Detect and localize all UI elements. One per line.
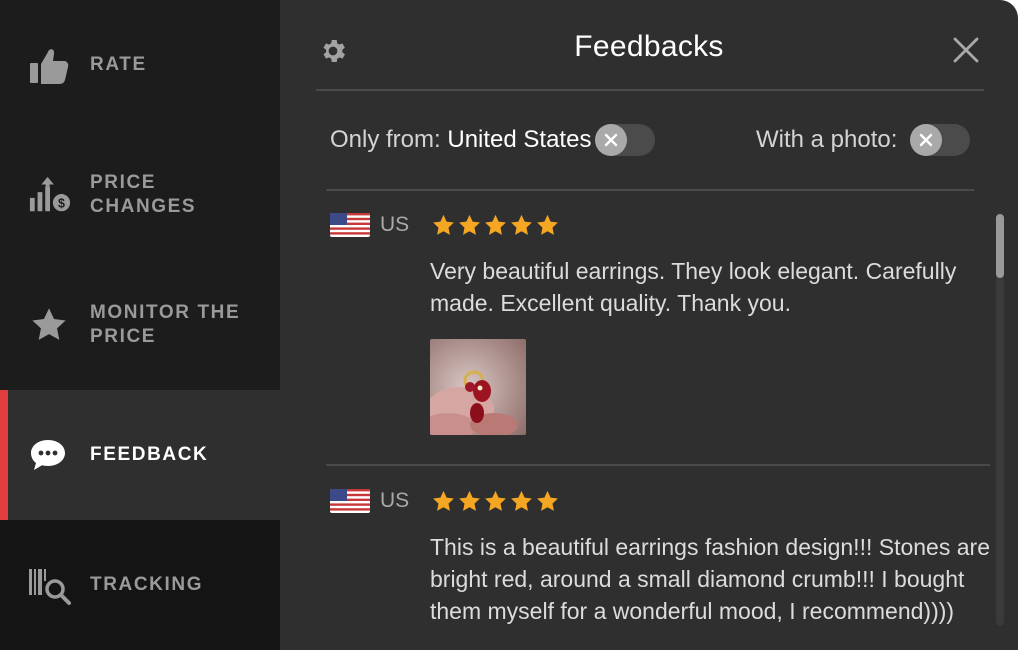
sidebar-item-label: RATE: [90, 54, 147, 75]
review-list: US Very beautiful earrings. They look el…: [280, 192, 1018, 650]
star-icon: [537, 490, 559, 511]
page-title: Feedbacks: [574, 30, 724, 63]
star-icon: [459, 214, 481, 235]
star-icon: [28, 303, 72, 347]
thumbs-up-icon: [28, 43, 72, 87]
star-rating: [431, 489, 560, 514]
country-value: United States: [447, 126, 592, 153]
photo-filter-toggle[interactable]: [910, 124, 970, 156]
sidebar: RATE $ PRICE CHANGES MONITOR THE PRICE F…: [0, 0, 280, 650]
svg-text:$: $: [58, 196, 65, 210]
price-chart-icon: $: [28, 173, 72, 217]
divider: [326, 464, 990, 466]
star-icon: [459, 490, 481, 511]
star-icon: [537, 214, 559, 235]
sidebar-item-monitor-price[interactable]: MONITOR THE PRICE: [0, 260, 280, 390]
sidebar-item-label: TRACKING: [90, 574, 204, 595]
sidebar-item-label: PRICE CHANGES: [90, 172, 197, 217]
app-window: RATE $ PRICE CHANGES MONITOR THE PRICE F…: [0, 0, 1018, 650]
scrollbar-thumb[interactable]: [996, 214, 1004, 278]
star-icon: [433, 214, 455, 235]
toggle-off-knob: [595, 124, 627, 156]
review-text: This is a beautiful earrings fashion des…: [430, 534, 990, 624]
review-header: US: [330, 486, 560, 516]
country-filter-label: Only from: United States: [330, 126, 591, 154]
star-icon: [485, 490, 507, 511]
review-header: US: [330, 210, 560, 240]
star-icon: [511, 214, 533, 235]
only-from-label: Only from:: [330, 126, 441, 153]
chat-bubble-icon: [28, 433, 72, 477]
x-icon: [604, 133, 618, 147]
sidebar-item-price-changes[interactable]: $ PRICE CHANGES: [0, 130, 280, 260]
divider: [326, 189, 974, 191]
sidebar-item-feedback[interactable]: FEEDBACK: [0, 390, 280, 520]
country-code: US: [380, 213, 410, 236]
feedback-panel: Feedbacks Only from: United States With …: [280, 0, 1018, 650]
star-icon: [511, 490, 533, 511]
scrollbar[interactable]: [996, 214, 1004, 626]
sidebar-item-label: FEEDBACK: [90, 444, 209, 465]
us-flag-icon: [330, 213, 370, 237]
x-icon: [919, 133, 933, 147]
filter-bar: Only from: United States With a photo:: [280, 118, 1018, 164]
panel-header: Feedbacks: [280, 0, 1018, 90]
review-photo[interactable]: [430, 339, 526, 435]
sidebar-item-rate[interactable]: RATE: [0, 0, 280, 130]
toggle-off-knob: [910, 124, 942, 156]
divider: [316, 89, 984, 91]
star-icon: [433, 490, 455, 511]
barcode-search-icon: [28, 563, 72, 607]
country-filter-toggle[interactable]: [595, 124, 655, 156]
star-rating: [431, 213, 560, 238]
country-code: US: [380, 489, 410, 512]
sidebar-item-label: MONITOR THE PRICE: [90, 302, 241, 347]
review-text: Very beautiful earrings. They look elega…: [430, 258, 957, 316]
us-flag-icon: [330, 489, 370, 513]
photo-filter-label: With a photo:: [756, 126, 898, 153]
sidebar-item-tracking[interactable]: TRACKING: [0, 520, 280, 650]
star-icon: [485, 214, 507, 235]
close-icon[interactable]: [952, 36, 982, 66]
